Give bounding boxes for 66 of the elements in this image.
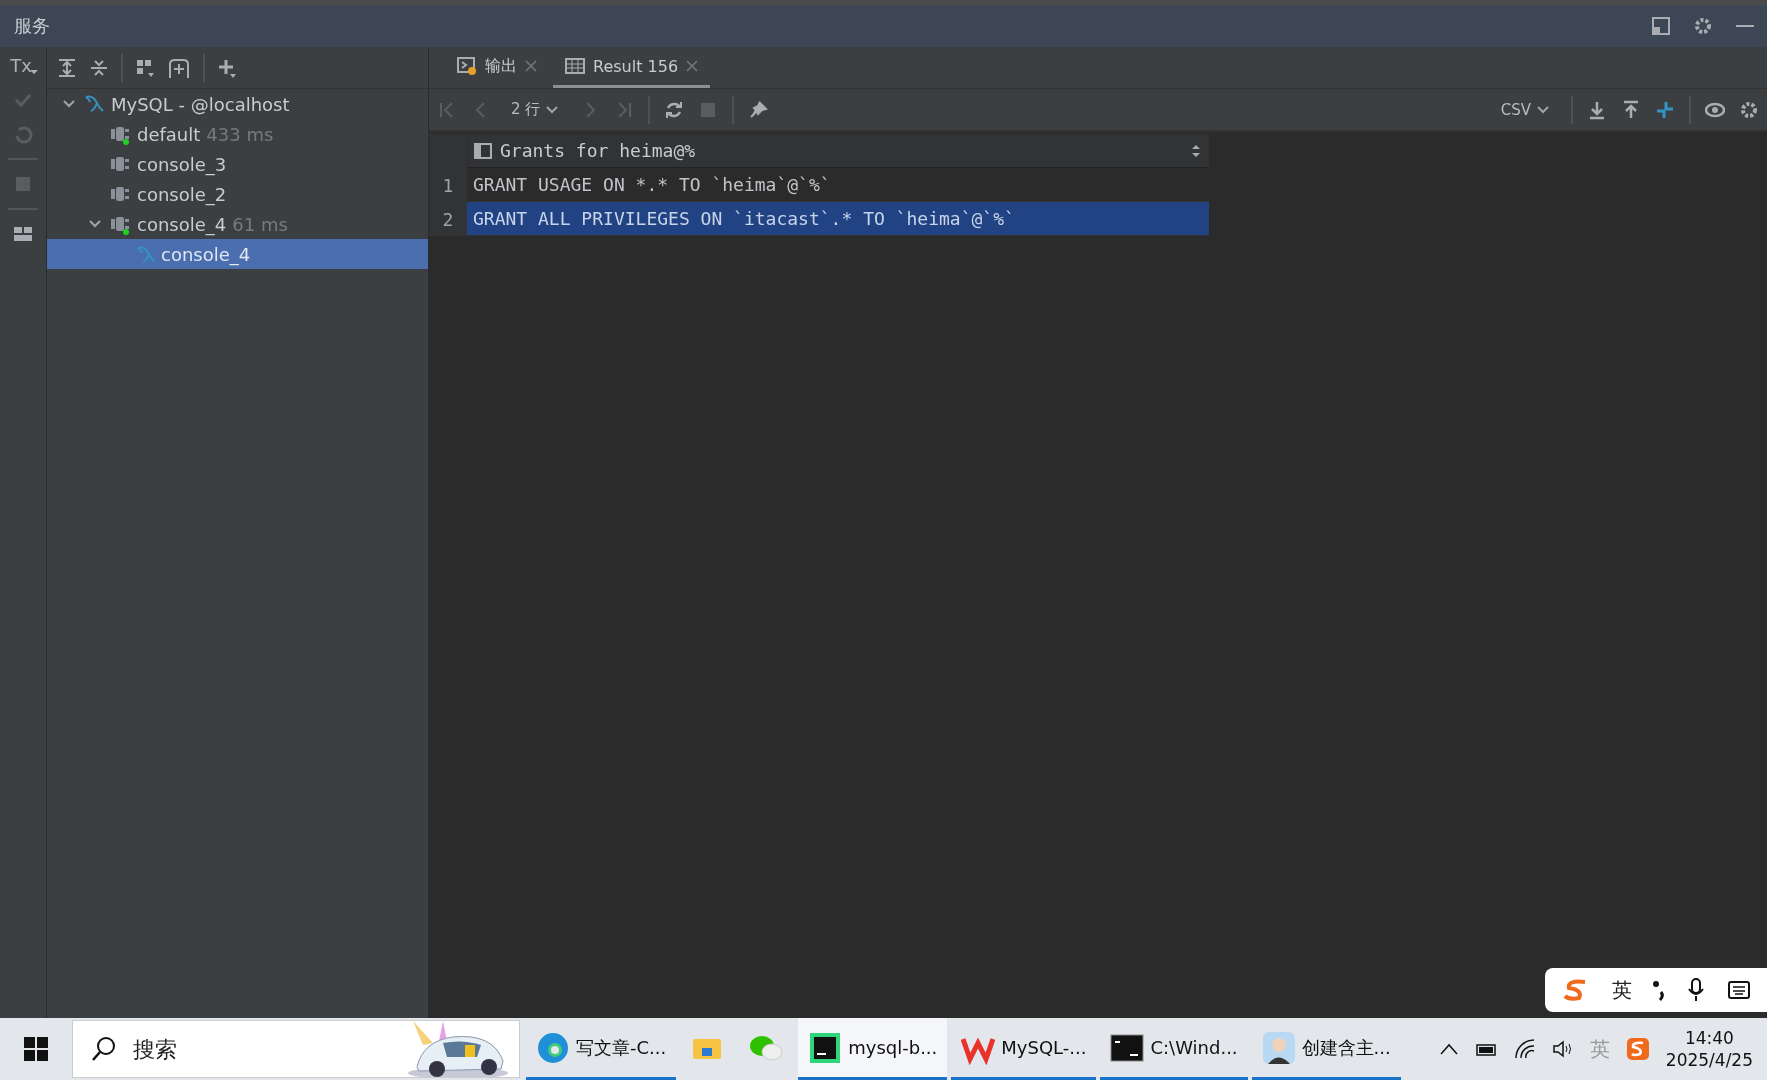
elapsed-time: 433 ms [206,123,274,145]
clock-date: 2025/4/25 [1665,1050,1753,1070]
search-field[interactable]: 搜索 [131,1035,335,1063]
taskbar-app[interactable]: mysql-b... [798,1018,948,1080]
tree-label: MySQL - @localhost [111,93,290,115]
tree-item[interactable]: console_2 [47,179,428,209]
tree-item[interactable]: console_3 [47,149,428,179]
add-service-icon[interactable] [167,57,191,78]
tree-item[interactable]: default 433 ms [47,119,428,149]
taskbar-app[interactable]: 创建含主... [1251,1018,1401,1080]
punctuation-icon[interactable] [1651,978,1666,1002]
windows-icon [24,1037,48,1061]
tree-label: console_4 [137,213,227,235]
row-number: 2 [429,202,467,236]
tree-label: console_2 [137,183,227,205]
table-icon [565,56,585,76]
tree-label: console_3 [137,153,227,175]
taskbar-app[interactable]: C:\Wind... [1100,1018,1248,1080]
console-icon [457,56,477,76]
pin-icon[interactable] [748,99,769,120]
dolphin-icon [135,244,155,264]
tree-label: console_4 [161,243,251,265]
close-icon[interactable] [686,60,699,72]
format-dropdown[interactable]: CSV [1494,99,1557,120]
tree-item[interactable]: console_4 61 ms [47,209,428,239]
chevron-up-icon[interactable] [1439,1043,1458,1055]
column-icon [474,141,492,160]
taskbar-app[interactable]: MySQL-... [951,1018,1097,1080]
sort-icon[interactable] [1191,143,1201,158]
speaker-icon[interactable] [1551,1039,1574,1059]
refresh-icon[interactable] [664,99,685,120]
tree-label: default [137,123,201,145]
expand-all-icon[interactable] [57,57,77,78]
datagrip-icon [808,1030,843,1065]
add-icon[interactable] [217,57,237,78]
download-icon[interactable] [1587,99,1607,120]
column-header[interactable]: Grants for heima@% [467,134,1209,168]
wifi-icon[interactable] [1513,1039,1536,1059]
row-number: 1 [429,168,467,202]
input-mode[interactable]: 英 [1611,976,1632,1004]
compare-icon[interactable] [1655,99,1675,120]
column-title: Grants for heima@% [500,140,697,161]
page-size-dropdown[interactable]: 2 行 [505,99,567,120]
clock-time: 14:40 [1684,1028,1734,1048]
group-icon[interactable] [135,57,155,78]
keyboard-icon[interactable] [1726,979,1751,1001]
layout-icon[interactable] [13,224,33,244]
tree-item[interactable]: console_4 [47,239,428,269]
close-icon[interactable] [525,60,537,72]
avatar-icon [1261,1030,1296,1065]
panel-title: 服务 [14,14,51,38]
dolphin-icon [83,93,105,115]
tree-item[interactable]: MySQL - @localhost [47,89,428,119]
layout-icon[interactable] [1651,16,1671,36]
search-icon [91,1036,117,1062]
upload-icon[interactable] [1621,99,1641,120]
terminal-icon [1110,1032,1145,1063]
collapse-all-icon[interactable] [89,57,109,78]
transaction-mode-button[interactable]: Tx [8,55,38,76]
input-method-icon[interactable] [1625,1037,1650,1061]
elapsed-time: 61 ms [232,213,288,235]
result-tab[interactable]: 输出 [445,47,549,88]
browser-icon [536,1030,570,1065]
taskbar-app[interactable]: 写文章-C... [526,1018,677,1080]
microphone-icon[interactable] [1686,977,1707,1003]
table-cell[interactable]: GRANT ALL PRIVILEGES ON `itacast`.* TO `heima`@`%` [467,202,1209,236]
